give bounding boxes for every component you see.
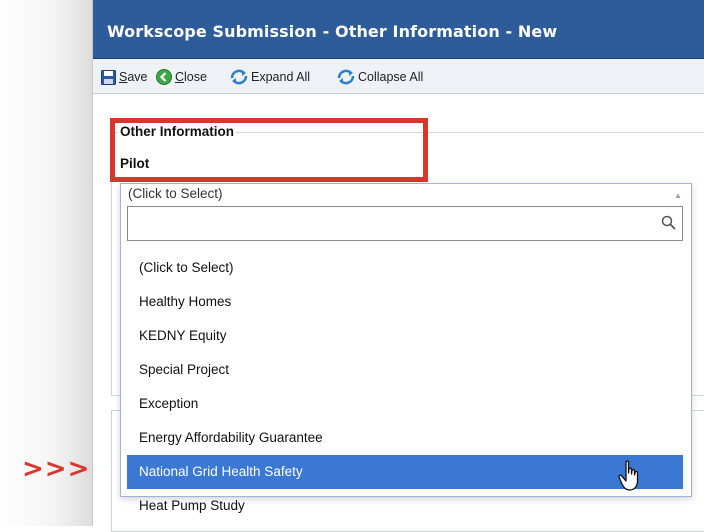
dropdown-option[interactable]: Healthy Homes <box>127 285 683 319</box>
pilot-select-value: (Click to Select) <box>128 186 223 201</box>
pilot-select[interactable]: (Click to Select) ▲ <box>121 184 691 206</box>
dropdown-options: (Click to Select) Healthy Homes KEDNY Eq… <box>127 251 683 523</box>
search-icon <box>661 215 676 230</box>
floppy-disk-icon <box>101 69 116 85</box>
caret-up-icon: ▲ <box>674 191 682 200</box>
dropdown-option[interactable]: (Click to Select) <box>127 251 683 285</box>
save-button[interactable]: Save <box>101 68 148 86</box>
collapse-all-button[interactable]: Collapse All <box>337 68 423 86</box>
close-button[interactable]: Close <box>156 68 207 86</box>
dropdown-option[interactable]: Energy Affordability Guarantee <box>127 421 683 455</box>
background-margin <box>0 0 92 526</box>
dropdown-search[interactable] <box>127 206 683 241</box>
dropdown-option[interactable]: Special Project <box>127 353 683 387</box>
hand-cursor-icon <box>618 460 639 491</box>
pilot-dropdown[interactable]: (Click to Select) ▲ (Click to Select) He… <box>120 183 692 513</box>
dropdown-option[interactable]: KEDNY Equity <box>127 319 683 353</box>
expand-all-label: Expand All <box>251 70 311 84</box>
collapse-all-label: Collapse All <box>358 70 424 84</box>
dropdown-option-highlighted[interactable]: National Grid Health Safety <box>127 455 683 489</box>
title-bar: Workscope Submission - Other Information… <box>93 0 704 59</box>
annotation-highlight-box <box>110 118 428 182</box>
expand-all-button[interactable]: Expand All <box>230 68 310 86</box>
save-button-label: Save <box>119 70 148 84</box>
window-title: Workscope Submission - Other Information… <box>107 22 558 41</box>
dropdown-search-input[interactable] <box>130 209 654 240</box>
collapse-arrows-icon <box>337 69 355 85</box>
expand-arrows-icon <box>230 69 248 85</box>
close-button-label: Close <box>175 70 207 84</box>
back-arrow-icon <box>156 69 172 85</box>
toolbar: Save Close Expand All Collapse All <box>93 59 704 94</box>
dropdown-option[interactable]: Heat Pump Study <box>127 489 683 523</box>
annotation-arrows: >>> <box>22 454 91 484</box>
dropdown-option[interactable]: Exception <box>127 387 683 421</box>
